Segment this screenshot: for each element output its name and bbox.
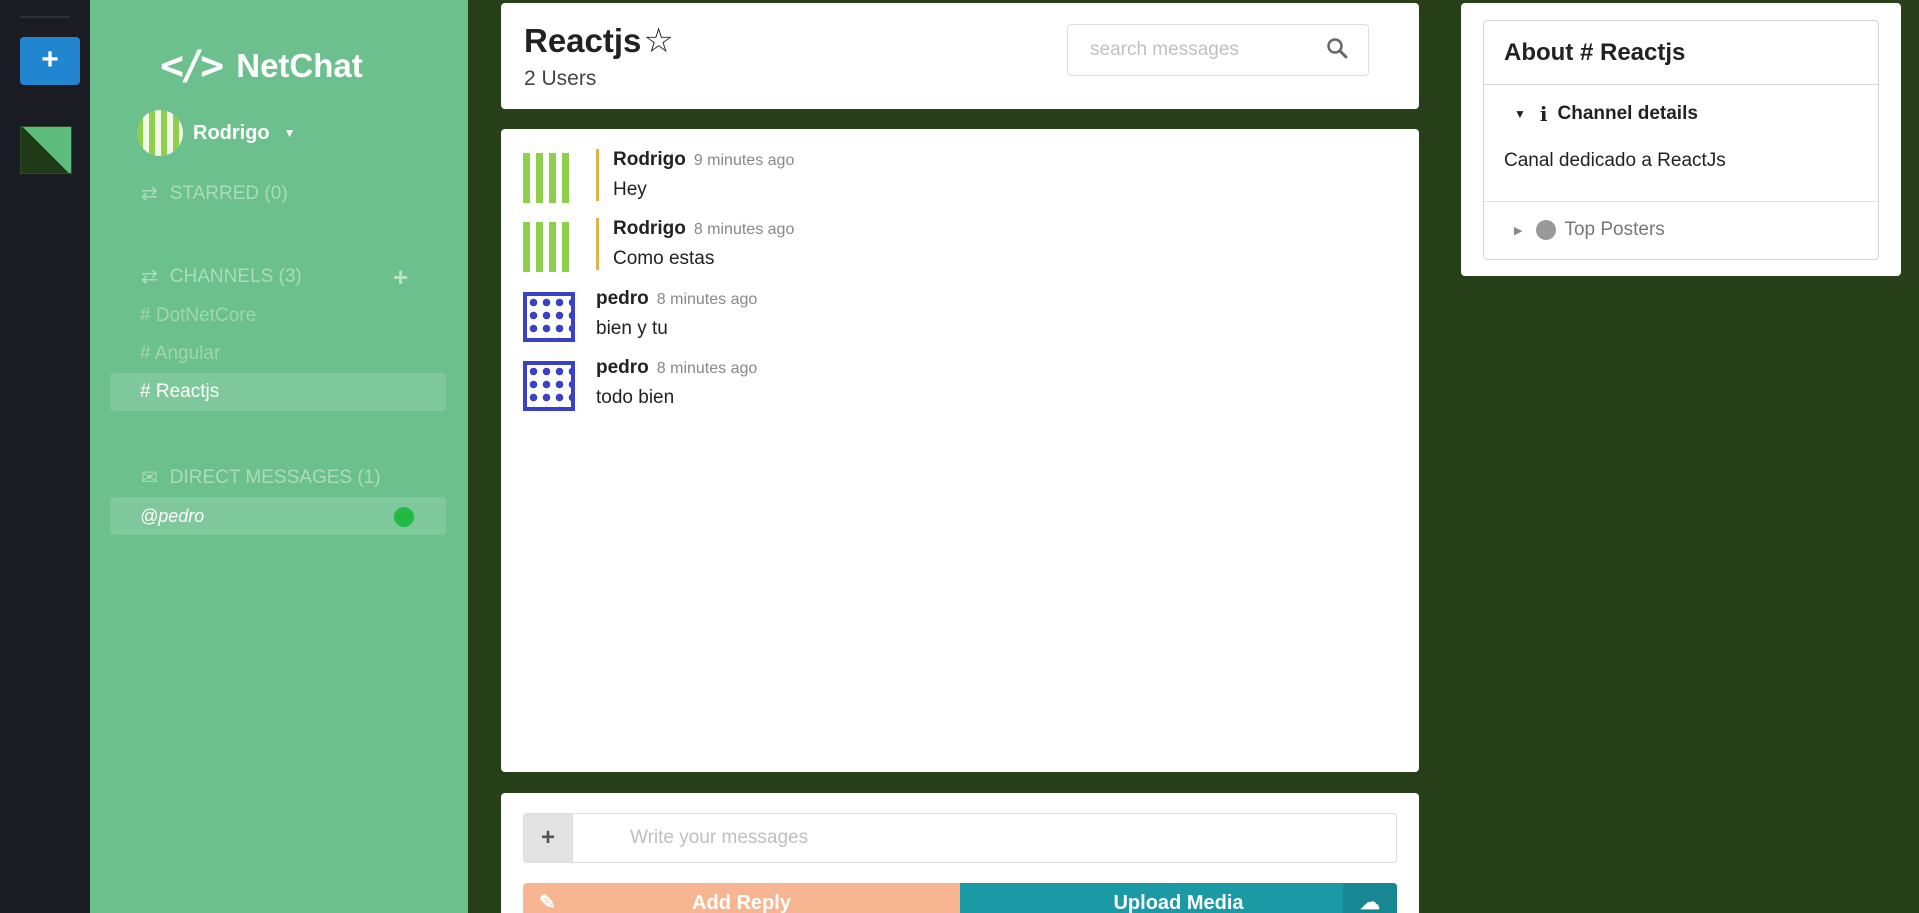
star-icon[interactable]: ☆ — [643, 22, 673, 60]
team-color-swatch[interactable] — [20, 126, 72, 174]
meta-title: About # Reactjs — [1483, 20, 1879, 85]
exchange-icon: ⇄ — [141, 183, 158, 205]
avatar — [137, 110, 183, 156]
caret-right-icon: ▶ — [1514, 224, 1523, 237]
meta-accordion: ▼ i Channel details Canal dedicado a Rea… — [1483, 84, 1879, 260]
user-name: Rodrigo — [193, 121, 270, 144]
edit-icon: ✎ — [539, 892, 556, 913]
message-author: pedro — [596, 288, 649, 309]
message-text: Hey — [613, 179, 647, 200]
message-time: 9 minutes ago — [693, 152, 795, 169]
dm-item-label: @pedro — [140, 506, 205, 526]
add-reply-button[interactable]: ✎ Add Reply — [523, 883, 960, 913]
message-author: Rodrigo — [613, 218, 686, 239]
message-author: pedro — [596, 357, 649, 378]
message-text: bien y tu — [596, 318, 668, 339]
user-count: 2 Users — [524, 67, 597, 90]
dm-item-pedro[interactable]: @pedro — [110, 497, 446, 535]
message-author: Rodrigo — [613, 149, 686, 170]
message-item: pedro 8 minutes ago bien y tu — [523, 288, 1383, 348]
message-body: Rodrigo 8 minutes ago Como estas — [596, 218, 794, 270]
online-status-icon — [394, 507, 414, 527]
channels-section-header: ⇄ CHANNELS (3) — [141, 264, 302, 289]
avatar — [523, 222, 575, 272]
message-time: 8 minutes ago — [693, 221, 795, 238]
starred-label: STARRED (0) — [169, 182, 288, 204]
top-posters-label: Top Posters — [1564, 219, 1665, 240]
dm-label: DIRECT MESSAGES (1) — [169, 466, 381, 488]
channel-details-toggle[interactable]: ▼ i Channel details — [1514, 102, 1698, 126]
brand: </> NetChat — [160, 43, 363, 89]
user-dropdown[interactable]: Rodrigo ▼ — [137, 110, 296, 156]
message-time: 8 minutes ago — [656, 360, 758, 377]
upload-media-label: Upload Media — [1113, 892, 1244, 913]
add-team-button[interactable]: + — [20, 37, 80, 85]
mail-icon: ✉ — [141, 467, 158, 489]
message-form: + ✎ Add Reply Upload Media ☁ — [501, 793, 1419, 913]
divider — [1484, 201, 1878, 202]
message-body: pedro 8 minutes ago bien y tu — [596, 288, 757, 340]
starred-section-header: ⇄ STARRED (0) — [141, 181, 288, 206]
message-text: todo bien — [596, 387, 675, 408]
channel-item-angular[interactable]: # Angular — [110, 335, 446, 373]
message-body: pedro 8 minutes ago todo bien — [596, 357, 757, 409]
search-input[interactable] — [1067, 24, 1369, 76]
message-input[interactable] — [573, 813, 1397, 863]
channels-label: CHANNELS (3) — [169, 265, 302, 287]
team-rail: + — [0, 0, 90, 913]
user-circle-icon — [1536, 220, 1557, 240]
message-item: Rodrigo 9 minutes ago Hey — [523, 149, 1383, 209]
message-body: Rodrigo 9 minutes ago Hey — [596, 149, 794, 201]
messages-panel: Rodrigo 9 minutes ago Hey Rodrigo 8 minute… — [501, 129, 1419, 772]
add-icon[interactable]: + — [523, 813, 573, 863]
direct-messages-section-header: ✉ DIRECT MESSAGES (1) — [141, 465, 381, 490]
rail-divider — [20, 16, 70, 18]
channel-name: Reactjs — [524, 22, 642, 59]
message-time: 8 minutes ago — [656, 291, 758, 308]
channel-title: Reactjs☆ — [524, 21, 674, 61]
message-item: Rodrigo 8 minutes ago Como estas — [523, 218, 1383, 278]
channel-item-dotnetcore[interactable]: # DotNetCore — [110, 297, 446, 335]
avatar — [523, 361, 575, 411]
channel-details-text: Canal dedicado a ReactJs — [1504, 150, 1726, 171]
info-icon: i — [1539, 102, 1548, 126]
meta-panel: About # Reactjs ▼ i Channel details Cana… — [1461, 3, 1901, 276]
cloud-upload-icon: ☁ — [1343, 883, 1397, 913]
chevron-down-icon: ▼ — [283, 126, 296, 140]
top-posters-toggle[interactable]: ▶ Top Posters — [1514, 219, 1665, 241]
add-reply-label: Add Reply — [692, 892, 791, 913]
message-item: pedro 8 minutes ago todo bien — [523, 357, 1383, 417]
add-channel-icon[interactable]: + — [393, 262, 408, 293]
search-icon[interactable] — [1326, 37, 1348, 59]
messages-header: Reactjs☆ 2 Users — [501, 3, 1419, 109]
message-text: Como estas — [613, 248, 715, 269]
exchange-icon: ⇄ — [141, 266, 158, 288]
caret-down-icon: ▼ — [1514, 107, 1526, 121]
avatar — [523, 292, 575, 342]
channel-details-label: Channel details — [1557, 103, 1698, 124]
channel-item-reactjs[interactable]: # Reactjs — [110, 373, 446, 411]
upload-media-button[interactable]: Upload Media ☁ — [960, 883, 1397, 913]
brand-name: NetChat — [236, 47, 363, 84]
avatar — [523, 153, 575, 203]
code-icon: </> — [160, 43, 224, 89]
